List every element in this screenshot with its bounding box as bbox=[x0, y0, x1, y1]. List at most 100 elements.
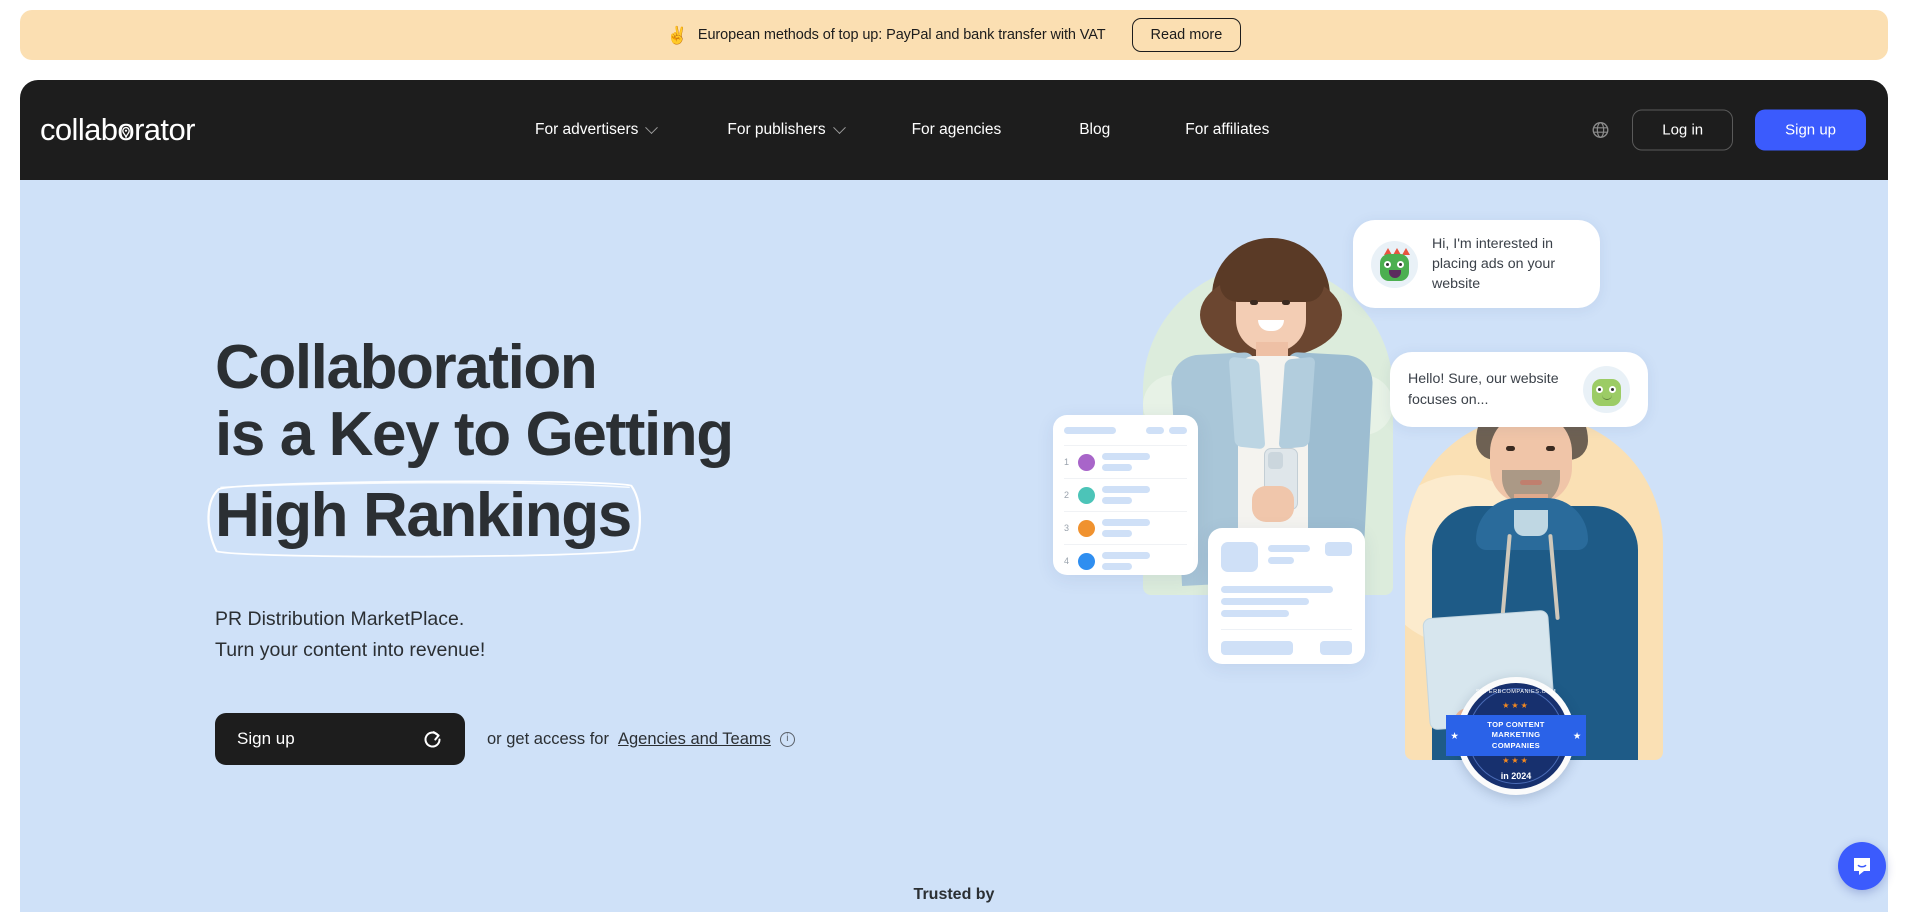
monster-pupil-right bbox=[1611, 388, 1614, 391]
placeholder-chips bbox=[1146, 427, 1187, 434]
woman-hand bbox=[1252, 486, 1294, 522]
card-body bbox=[1221, 586, 1352, 617]
placeholder-chip bbox=[1325, 542, 1352, 556]
placeholder-lines bbox=[1268, 542, 1315, 564]
man-eye-right bbox=[1546, 446, 1555, 451]
list-item[interactable]: 4 bbox=[1064, 544, 1187, 577]
globe-icon[interactable] bbox=[1591, 121, 1610, 140]
hero-cta-row: Sign up or get access for Agencies and T… bbox=[215, 713, 935, 765]
list-item-lines bbox=[1102, 552, 1187, 570]
card-footer bbox=[1221, 641, 1352, 655]
hero-subtitle-line-2: Turn your content into revenue! bbox=[215, 635, 935, 667]
thumbnail-placeholder bbox=[1221, 542, 1258, 572]
list-item-avatar bbox=[1078, 454, 1095, 471]
hero-subtitle-line-1: PR Distribution MarketPlace. bbox=[215, 604, 935, 636]
man-eye-left bbox=[1506, 446, 1515, 451]
nav-item-for-affiliates[interactable]: For affiliates bbox=[1185, 121, 1269, 139]
list-item[interactable]: 3 bbox=[1064, 511, 1187, 544]
logo-pin-letter: o bbox=[117, 112, 134, 148]
list-item-avatar bbox=[1078, 487, 1095, 504]
green-monster-avatar bbox=[1371, 241, 1418, 288]
placeholder-button bbox=[1221, 641, 1293, 655]
badge-ribbon: ★ TOP CONTENT MARKETING COMPANIES ★ bbox=[1446, 715, 1586, 756]
victory-hand-icon: ✌️ bbox=[667, 27, 688, 44]
site-logo[interactable]: collaborator bbox=[40, 112, 195, 148]
promo-banner-content: ✌️ European methods of top up: PayPal an… bbox=[667, 27, 1106, 44]
chevron-down-icon bbox=[833, 121, 846, 134]
nav-item-blog[interactable]: Blog bbox=[1079, 121, 1110, 139]
arrow-refresh-icon bbox=[422, 729, 443, 750]
list-item-number: 1 bbox=[1064, 457, 1071, 467]
list-item-number: 2 bbox=[1064, 490, 1071, 500]
hero-heading-line-2: is a Key to Getting bbox=[215, 402, 935, 469]
nav-item-label: For publishers bbox=[727, 121, 825, 139]
login-button[interactable]: Log in bbox=[1632, 110, 1733, 151]
list-item[interactable]: 1 bbox=[1064, 445, 1187, 478]
phone-camera bbox=[1268, 452, 1283, 469]
list-item-number: 3 bbox=[1064, 523, 1071, 533]
placeholder-bar bbox=[1102, 519, 1150, 526]
list-item-lines bbox=[1102, 519, 1187, 537]
woman-eye-right bbox=[1282, 300, 1290, 305]
hero-heading-highlight-wrap: High Rankings bbox=[201, 477, 647, 560]
woman-hair-front bbox=[1220, 254, 1324, 302]
placeholder-bar bbox=[1064, 427, 1116, 434]
chat-bubble-text: Hello! Sure, our website focuses on... bbox=[1408, 369, 1569, 409]
read-more-button[interactable]: Read more bbox=[1132, 18, 1242, 52]
badge-year-text: in 2024 bbox=[1457, 771, 1575, 781]
man-tshirt bbox=[1514, 510, 1548, 536]
info-icon[interactable]: i bbox=[780, 732, 795, 747]
list-item-number: 4 bbox=[1064, 556, 1071, 566]
hero-heading-line-1: Collaboration bbox=[215, 335, 935, 402]
badge-stars-top: ★★★ bbox=[1457, 701, 1575, 710]
placeholder-button bbox=[1320, 641, 1352, 655]
ranking-list-card: 1 2 3 bbox=[1053, 415, 1198, 575]
trusted-by-label: Trusted by bbox=[20, 886, 1888, 904]
list-item-avatar bbox=[1078, 520, 1095, 537]
hero-signup-button[interactable]: Sign up bbox=[215, 713, 465, 765]
badge-top-text: SUPERBCOMPANIES.COM bbox=[1457, 689, 1575, 695]
nav-item-for-advertisers[interactable]: For advertisers bbox=[535, 121, 656, 139]
placeholder-bar bbox=[1102, 530, 1132, 537]
placeholder-bar bbox=[1268, 557, 1294, 564]
placeholder-bar bbox=[1102, 552, 1150, 559]
hero-section: Collaboration is a Key to Getting High R… bbox=[20, 180, 1888, 912]
badge-ribbon-text: TOP CONTENT MARKETING COMPANIES bbox=[1487, 720, 1544, 751]
hero-illustration: Hi, I'm interested in placing ads on you… bbox=[1020, 180, 1888, 912]
list-item-lines bbox=[1102, 453, 1187, 471]
placeholder-bar bbox=[1146, 427, 1164, 434]
award-badge: SUPERBCOMPANIES.COM ★★★ ★ TOP CONTENT MA… bbox=[1457, 677, 1575, 795]
woman-eye-left bbox=[1250, 300, 1258, 305]
placeholder-bar bbox=[1102, 497, 1132, 504]
placeholder-bar bbox=[1169, 427, 1187, 434]
list-item-lines bbox=[1102, 486, 1187, 504]
badge-ribbon-line-1: TOP CONTENT bbox=[1487, 720, 1544, 729]
list-item-avatar bbox=[1078, 553, 1095, 570]
signup-button[interactable]: Sign up bbox=[1755, 110, 1866, 151]
placeholder-bar bbox=[1102, 464, 1132, 471]
nav-item-for-publishers[interactable]: For publishers bbox=[727, 121, 843, 139]
hero-cta-note: or get access for Agencies and Teams i bbox=[487, 730, 795, 749]
placeholder-bar bbox=[1102, 453, 1150, 460]
nav-item-for-agencies[interactable]: For agencies bbox=[912, 121, 1002, 139]
nav-actions: Log in Sign up bbox=[1591, 110, 1866, 151]
nav-item-label: For advertisers bbox=[535, 121, 638, 139]
hero-copy: Collaboration is a Key to Getting High R… bbox=[215, 335, 935, 765]
agencies-and-teams-link[interactable]: Agencies and Teams bbox=[618, 730, 771, 749]
badge-ribbon-line-2: MARKETING bbox=[1492, 730, 1541, 739]
badge-ribbon-line-3: COMPANIES bbox=[1492, 741, 1540, 750]
hero-heading-highlight: High Rankings bbox=[215, 481, 631, 550]
monster-body bbox=[1592, 379, 1621, 406]
man-mouth bbox=[1520, 480, 1542, 485]
logo-text-after: rator bbox=[134, 112, 195, 148]
main-navigation: collaborator For advertisers For publish… bbox=[20, 80, 1888, 180]
chat-widget-button[interactable] bbox=[1838, 842, 1886, 890]
chevron-down-icon bbox=[646, 121, 659, 134]
list-item[interactable]: 2 bbox=[1064, 478, 1187, 511]
placeholder-bar bbox=[1221, 610, 1289, 617]
logo-text-before: collab bbox=[40, 112, 117, 148]
page-root: ✌️ European methods of top up: PayPal an… bbox=[0, 0, 1908, 912]
hero-heading: Collaboration is a Key to Getting High R… bbox=[215, 335, 935, 560]
hero-note-prefix: or get access for bbox=[487, 730, 609, 749]
placeholder-bar bbox=[1102, 563, 1132, 570]
